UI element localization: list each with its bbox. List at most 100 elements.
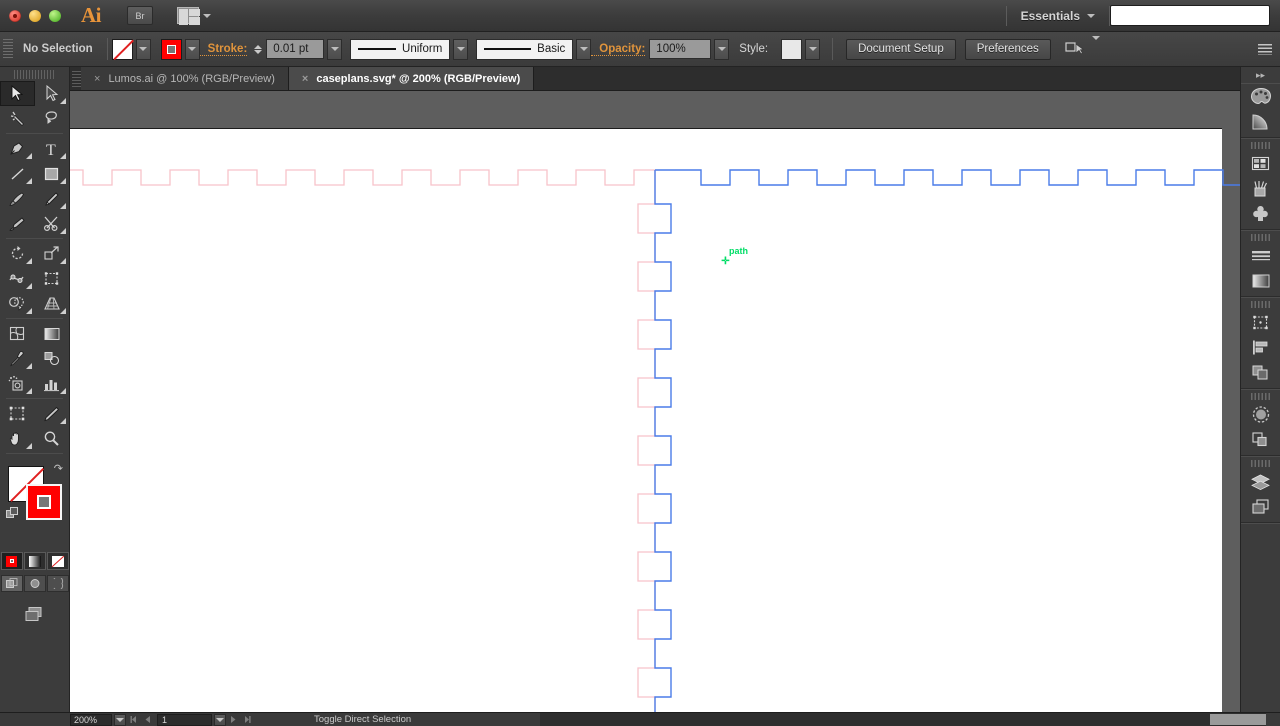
stroke-dropdown-button[interactable] <box>184 38 200 60</box>
direct-selection-tool[interactable] <box>35 81 70 106</box>
draw-normal-button[interactable] <box>0 575 23 592</box>
gradient-tool[interactable] <box>35 321 70 346</box>
dock-group-grip[interactable] <box>1251 301 1270 308</box>
align-panel-icon[interactable] <box>1241 335 1280 360</box>
width-warp-tool[interactable] <box>0 266 35 291</box>
draw-behind-button[interactable] <box>23 575 46 592</box>
dock-group-grip[interactable] <box>1251 460 1270 467</box>
tool-flyout-indicator[interactable] <box>25 258 32 264</box>
minimize-button[interactable] <box>29 9 41 22</box>
close-icon[interactable]: × <box>94 73 100 85</box>
stroke-panel-icon[interactable] <box>1241 243 1280 268</box>
scale-tool[interactable] <box>35 241 70 266</box>
slice-tool[interactable] <box>35 401 70 426</box>
gradient-fill-panel-icon[interactable] <box>1241 268 1280 293</box>
pathfinder-panel-icon[interactable] <box>1241 360 1280 385</box>
preferences-button[interactable]: Preferences <box>964 38 1051 60</box>
type-tool[interactable]: T <box>35 136 70 161</box>
opacity-input[interactable]: 100% <box>649 39 712 59</box>
page-number-input[interactable]: 1 <box>157 713 212 726</box>
tool-flyout-indicator[interactable] <box>25 363 32 369</box>
stroke-label[interactable]: Stroke: <box>199 43 248 56</box>
symbols-panel-icon[interactable] <box>1241 201 1280 226</box>
tab-bar-grip[interactable] <box>72 70 81 87</box>
artboards-panel-icon[interactable] <box>1241 494 1280 519</box>
last-page-icon[interactable] <box>240 714 254 726</box>
artboard-tool[interactable] <box>0 401 35 426</box>
pencil-tool[interactable] <box>35 186 70 211</box>
stroke-color-swatch[interactable] <box>26 484 62 520</box>
close-button[interactable] <box>9 9 21 22</box>
expand-panels-icon[interactable]: ▸▸ <box>1241 67 1280 83</box>
pen-tool[interactable] <box>0 136 35 161</box>
horizontal-scroll-thumb[interactable] <box>1210 714 1266 725</box>
arrange-documents-button[interactable] <box>177 7 211 25</box>
brush-dropdown-button[interactable] <box>576 38 592 60</box>
tool-flyout-indicator[interactable] <box>60 98 66 104</box>
tool-flyout-indicator[interactable] <box>60 308 66 314</box>
transparency-panel-icon[interactable] <box>1241 402 1280 427</box>
swap-fill-stroke-icon[interactable]: ↷ <box>54 462 63 475</box>
document-canvas[interactable]: path ✛ <box>70 91 1280 712</box>
lasso-tool[interactable] <box>35 106 70 131</box>
close-icon[interactable]: × <box>302 73 308 85</box>
workspace-switcher[interactable]: Essentials <box>1007 9 1109 23</box>
color-mode-button[interactable] <box>0 552 23 570</box>
dock-group-grip[interactable] <box>1251 393 1270 400</box>
selection-tool[interactable] <box>0 81 35 106</box>
hand-tool[interactable] <box>0 426 35 451</box>
column-graph-tool[interactable] <box>35 371 70 396</box>
tool-flyout-indicator[interactable] <box>25 178 32 184</box>
perspective-grid-tool[interactable] <box>35 291 70 316</box>
stroke-weight-dropdown-button[interactable] <box>327 38 343 60</box>
previous-page-icon[interactable] <box>140 714 154 726</box>
stroke-profile-dropdown-button[interactable] <box>453 38 469 60</box>
first-page-icon[interactable] <box>126 714 140 726</box>
opacity-label[interactable]: Opacity: <box>591 43 646 56</box>
free-transform-tool[interactable] <box>35 266 70 291</box>
change-screen-mode-button[interactable] <box>0 606 69 623</box>
page-dropdown-button[interactable] <box>214 713 226 726</box>
none-mode-button[interactable] <box>46 552 69 570</box>
dock-group-grip[interactable] <box>1251 142 1270 149</box>
brushes-panel-icon[interactable] <box>1241 176 1280 201</box>
blob-brush-tool[interactable] <box>0 211 35 236</box>
document-setup-button[interactable]: Document Setup <box>846 38 956 60</box>
dock-group-grip[interactable] <box>1251 234 1270 241</box>
tool-flyout-indicator[interactable] <box>60 228 66 234</box>
paintbrush-tool[interactable] <box>0 186 35 211</box>
rectangle-tool[interactable] <box>35 161 70 186</box>
go-to-bridge-button[interactable]: Br <box>127 6 153 25</box>
stroke-weight-input[interactable]: 0.01 pt <box>266 39 325 59</box>
next-page-icon[interactable] <box>226 714 240 726</box>
opacity-dropdown-button[interactable] <box>714 38 730 60</box>
line-segment-tool[interactable] <box>0 161 35 186</box>
tool-flyout-indicator[interactable] <box>25 388 32 394</box>
zoom-level-dropdown-button[interactable] <box>114 713 126 726</box>
gradient-panel-icon[interactable] <box>1241 109 1280 134</box>
transform-panel-icon[interactable] <box>1241 310 1280 335</box>
select-similar-objects-icon[interactable] <box>1065 41 1085 57</box>
gradient-mode-button[interactable] <box>23 552 46 570</box>
control-bar-grip[interactable] <box>3 39 13 59</box>
tool-flyout-indicator[interactable] <box>25 308 32 314</box>
stroke-profile-select[interactable]: Uniform <box>350 38 451 60</box>
swatches-panel-icon[interactable] <box>1241 151 1280 176</box>
panel-menu-icon[interactable] <box>1258 43 1272 55</box>
zoom-button[interactable] <box>49 9 61 22</box>
tool-flyout-indicator[interactable] <box>60 418 66 424</box>
stroke-swatch[interactable] <box>160 38 182 60</box>
magic-wand-tool[interactable] <box>0 106 35 131</box>
draw-inside-button[interactable] <box>46 575 69 592</box>
mesh-tool[interactable] <box>0 321 35 346</box>
tool-flyout-indicator[interactable] <box>60 153 66 159</box>
layers-panel-icon[interactable] <box>1241 469 1280 494</box>
default-fill-stroke-icon[interactable] <box>6 507 19 520</box>
stroke-weight-stepper[interactable] <box>254 44 263 54</box>
fill-dropdown-button[interactable] <box>135 38 151 60</box>
document-tab-caseplans[interactable]: × caseplans.svg* @ 200% (RGB/Preview) <box>288 67 535 90</box>
tool-flyout-indicator[interactable] <box>25 153 32 159</box>
zoom-level-input[interactable]: 200% <box>70 713 112 726</box>
symbol-sprayer-tool[interactable] <box>0 371 35 396</box>
search-input[interactable] <box>1110 5 1270 26</box>
